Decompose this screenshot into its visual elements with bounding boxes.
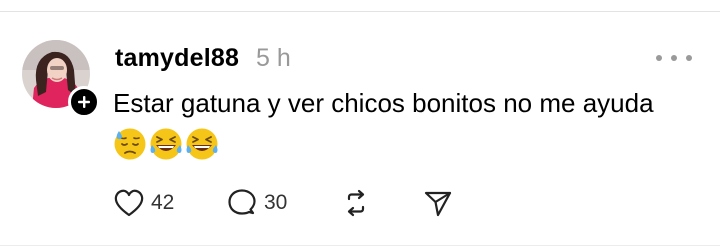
follow-button[interactable] (68, 86, 100, 118)
plus-icon (78, 96, 90, 108)
more-options-button[interactable] (656, 50, 692, 66)
top-divider (0, 11, 720, 12)
bottom-divider (0, 245, 720, 246)
reply-button[interactable]: 30 (226, 186, 287, 220)
comment-bubble-icon (228, 189, 256, 215)
emoji-row (113, 127, 219, 161)
post-timestamp: 5 h (256, 44, 291, 72)
like-button[interactable]: 42 (113, 186, 174, 220)
more-horizontal-icon-dot (671, 55, 677, 61)
like-count: 42 (151, 191, 175, 214)
username-link[interactable]: tamydel88 (115, 44, 239, 73)
repost-icon (347, 189, 365, 217)
grinning-squinting-face-with-sweat-emoji (150, 128, 182, 160)
avatar-container[interactable] (22, 40, 100, 118)
downcast-face-with-sweat-emoji (114, 128, 146, 160)
more-horizontal-icon (656, 55, 662, 61)
heart-icon (114, 189, 144, 217)
grinning-squinting-face-with-sweat-emoji (186, 128, 218, 160)
reply-count: 30 (264, 191, 288, 214)
repost-button[interactable] (340, 186, 372, 220)
more-horizontal-icon-dot (686, 55, 692, 61)
post-text: Estar gatuna y ver chicos bonitos no me … (113, 88, 654, 118)
share-button[interactable] (422, 186, 454, 220)
send-icon (424, 191, 452, 217)
